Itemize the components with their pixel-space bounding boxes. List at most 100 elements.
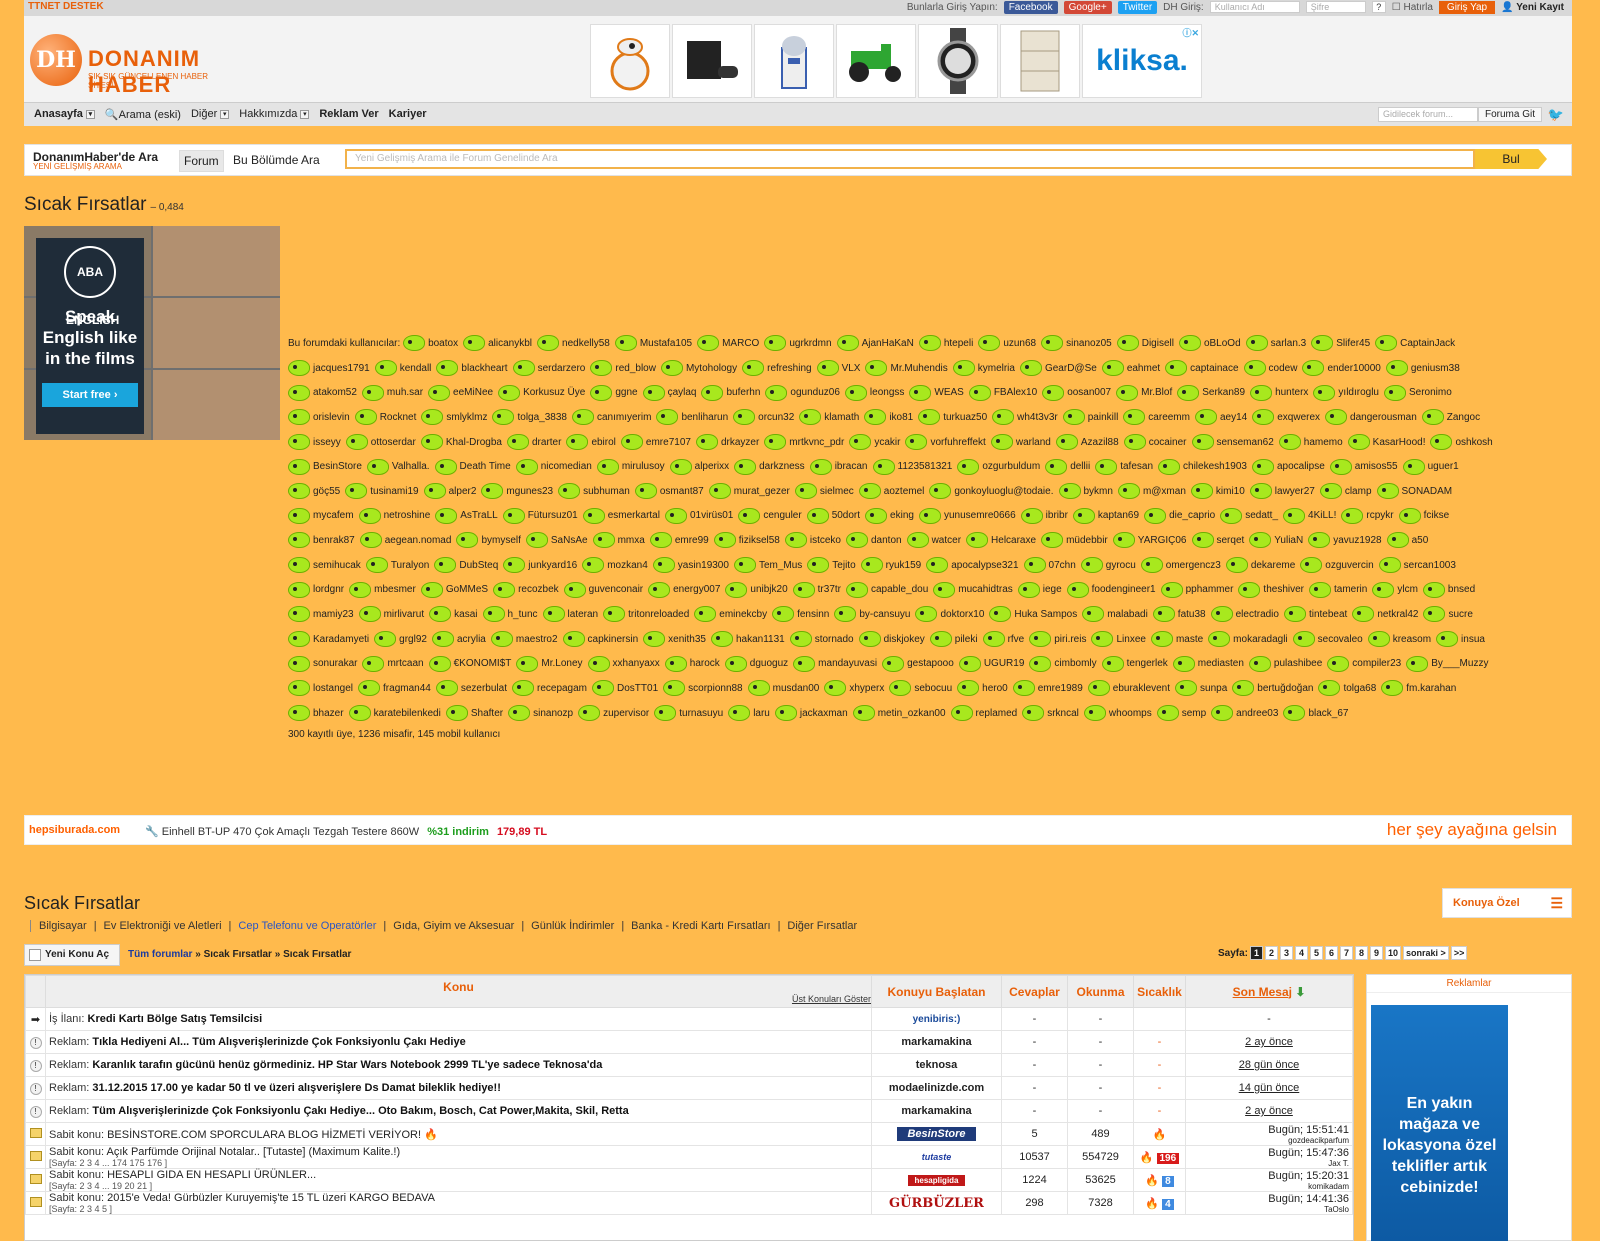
- user-link[interactable]: fcikse: [1398, 504, 1449, 528]
- user-link[interactable]: leongss: [844, 381, 904, 405]
- kliksa-ad[interactable]: kliksa. ⓘ✕: [1082, 24, 1202, 98]
- user-link[interactable]: apocalypse321: [926, 554, 1019, 578]
- chevron-down-icon[interactable]: ▾: [85, 109, 95, 119]
- user-link[interactable]: drkayzer: [695, 431, 759, 455]
- page-link[interactable]: 4: [1295, 946, 1309, 960]
- user-link[interactable]: alicanykbl: [463, 332, 532, 356]
- user-link[interactable]: aoztemel: [858, 480, 924, 504]
- user-link[interactable]: murat_gezer: [708, 480, 790, 504]
- topic-title[interactable]: HESAPLI GIDA EN HESAPLI ÜRÜNLER...: [107, 1169, 316, 1181]
- starter-cell[interactable]: teknosa: [871, 1053, 1002, 1077]
- topic-cell[interactable]: Sabit konu: BESİNSTORE.COM SPORCULARA BL…: [45, 1122, 872, 1146]
- user-link[interactable]: theshiver: [1238, 578, 1304, 602]
- user-link[interactable]: mirlivarut: [358, 603, 424, 627]
- user-link[interactable]: 01virüs01: [664, 504, 733, 528]
- user-link[interactable]: aegean.nomad: [359, 529, 451, 553]
- starter-cell[interactable]: tutaste: [871, 1145, 1002, 1169]
- user-link[interactable]: stornado: [789, 628, 854, 652]
- topic-starter[interactable]: markamakina: [901, 1105, 971, 1117]
- topic-starter[interactable]: hesapligida: [908, 1175, 965, 1186]
- user-link[interactable]: Turalyon: [365, 554, 429, 578]
- user-link[interactable]: mbesmer: [349, 578, 416, 602]
- user-link[interactable]: exqwerex: [1252, 406, 1320, 430]
- topic-title[interactable]: 2015'e Veda! Gürbüzler Kuruyemiş'te 15 T…: [107, 1192, 435, 1204]
- user-link[interactable]: rfve: [982, 628, 1024, 652]
- table-row[interactable]: ! Reklam: 31.12.2015 17.00 ye kadar 50 tl…: [25, 1076, 1353, 1100]
- user-link[interactable]: aey14: [1194, 406, 1247, 430]
- user-link[interactable]: pulashibee: [1248, 652, 1322, 676]
- user-link[interactable]: gestapooo: [882, 652, 954, 676]
- user-link[interactable]: oosan007: [1042, 381, 1111, 405]
- user-link[interactable]: pphammer: [1160, 578, 1233, 602]
- user-link[interactable]: die_caprio: [1144, 504, 1215, 528]
- user-link[interactable]: yasin19300: [652, 554, 729, 578]
- user-link[interactable]: Seronimo: [1384, 381, 1452, 405]
- last-message-cell[interactable]: Bugün; 14:41:36 TaOslo: [1185, 1191, 1353, 1215]
- right-ad[interactable]: Reklamlar En yakın mağaza ve lokasyona ö…: [1366, 974, 1572, 1241]
- user-link[interactable]: turkuaz50: [918, 406, 987, 430]
- user-link[interactable]: sucre: [1423, 603, 1473, 627]
- user-link[interactable]: Mr.Muhendis: [865, 357, 948, 381]
- konuya-ozel-button[interactable]: Konuya Özel ☰: [1442, 888, 1572, 918]
- user-link[interactable]: dellii: [1045, 455, 1090, 479]
- topic-title[interactable]: Kredi Kartı Bölge Satış Temsilcisi: [88, 1013, 263, 1025]
- user-link[interactable]: orcun32: [733, 406, 794, 430]
- user-link[interactable]: smlyklmz: [421, 406, 487, 430]
- user-link[interactable]: nedkelly58: [537, 332, 610, 356]
- right-ad-banner[interactable]: En yakın mağaza ve lokasyona özel teklif…: [1371, 1005, 1508, 1241]
- user-link[interactable]: GoMMeS: [420, 578, 488, 602]
- user-link[interactable]: mirulusoy: [596, 455, 665, 479]
- user-link[interactable]: 1123581321: [872, 455, 952, 479]
- topic-title[interactable]: Karanlık tarafın gücünü henüz görmediniz…: [92, 1059, 602, 1071]
- user-link[interactable]: eminekcby: [694, 603, 767, 627]
- user-link[interactable]: hero0: [957, 677, 1008, 701]
- user-link[interactable]: kendall: [374, 357, 431, 381]
- user-link[interactable]: netroshine: [358, 504, 430, 528]
- table-row[interactable]: ! Reklam: Tüm Alışverişlerinizde Çok Fonk…: [25, 1099, 1353, 1123]
- page-link[interactable]: 10: [1385, 946, 1402, 960]
- page-link[interactable]: 8: [1355, 946, 1369, 960]
- user-link[interactable]: danton: [845, 529, 902, 553]
- user-link[interactable]: çaylaq: [642, 381, 696, 405]
- user-link[interactable]: eburaklevent: [1087, 677, 1170, 701]
- starter-cell[interactable]: yenibiris:): [871, 1007, 1002, 1031]
- user-link[interactable]: müdebbir: [1041, 529, 1108, 553]
- user-link[interactable]: Khal-Drogba: [420, 431, 502, 455]
- user-link[interactable]: cenguler: [738, 504, 802, 528]
- col-starter[interactable]: Konuyu Başlatan: [871, 975, 1002, 1008]
- user-link[interactable]: geniusm38: [1385, 357, 1460, 381]
- user-link[interactable]: lateran: [542, 603, 598, 627]
- user-link[interactable]: tamerin: [1309, 578, 1367, 602]
- user-link[interactable]: Slifer45: [1311, 332, 1370, 356]
- user-link[interactable]: maestro2: [490, 628, 558, 652]
- starter-cell[interactable]: BesinStore: [871, 1122, 1002, 1146]
- starter-cell[interactable]: modaelinizde.com: [871, 1076, 1002, 1100]
- user-link[interactable]: acrylia: [431, 628, 486, 652]
- user-link[interactable]: senseman62: [1191, 431, 1274, 455]
- topic-starter[interactable]: markamakina: [901, 1036, 971, 1048]
- page-link[interactable]: 9: [1370, 946, 1384, 960]
- user-link[interactable]: ozguvercin: [1300, 554, 1374, 578]
- last-message-time[interactable]: Bugün; 15:51:41: [1268, 1124, 1349, 1136]
- user-link[interactable]: insua: [1436, 628, 1485, 652]
- last-message-time[interactable]: 2 ay önce: [1245, 1105, 1293, 1117]
- user-link[interactable]: atakom52: [288, 381, 357, 405]
- page-link[interactable]: 1: [1250, 946, 1264, 960]
- topic-starter[interactable]: modaelinizde.com: [889, 1082, 984, 1094]
- user-link[interactable]: captainace: [1165, 357, 1239, 381]
- last-message-cell[interactable]: 28 gün önce: [1185, 1053, 1353, 1077]
- user-link[interactable]: istceko: [784, 529, 841, 553]
- last-message-cell[interactable]: 14 gün önce: [1185, 1076, 1353, 1100]
- user-link[interactable]: guvenconair: [563, 578, 643, 602]
- starter-cell[interactable]: hesapligida: [871, 1168, 1002, 1192]
- user-link[interactable]: ggne: [590, 381, 638, 405]
- user-link[interactable]: replamed: [950, 702, 1017, 726]
- chevron-down-icon[interactable]: ▾: [220, 109, 230, 119]
- page-link[interactable]: sonraki >: [1403, 946, 1449, 960]
- user-link[interactable]: warland: [990, 431, 1051, 455]
- starter-cell[interactable]: GÜRBÜZLER: [871, 1191, 1002, 1215]
- user-link[interactable]: ycakir: [849, 431, 900, 455]
- breadcrumb-all-forums[interactable]: Tüm forumlar: [128, 949, 192, 960]
- user-link[interactable]: vorfuhreffekt: [905, 431, 986, 455]
- user-link[interactable]: Fütursuz01: [502, 504, 578, 528]
